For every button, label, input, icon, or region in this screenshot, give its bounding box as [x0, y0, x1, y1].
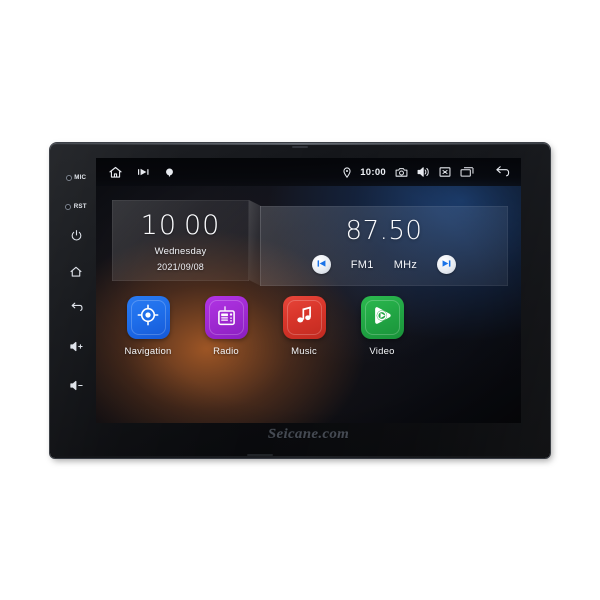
screenshot-stage: MIC RST 10:00 10 00 Wednesday 2021/09/08…: [0, 0, 600, 600]
brand-text: Seicane.com: [267, 426, 350, 442]
video-play-icon: [371, 304, 394, 332]
hardware-button-reset[interactable]: RST: [56, 192, 96, 221]
back-arrow-icon: [69, 301, 84, 314]
skip-previous-icon: [316, 256, 327, 274]
music-note-icon: [293, 304, 315, 331]
radio-frequency: 87.50: [345, 216, 423, 246]
camera-icon[interactable]: [395, 167, 408, 178]
car-head-unit-device: MIC RST 10:00 10 00 Wednesday 2021/09/08…: [50, 143, 550, 458]
skip-next-icon: [441, 256, 452, 274]
device-bottom-edge-highlight: [55, 456, 545, 458]
hardware-button-volume-up[interactable]: [56, 332, 96, 361]
radio-controls: FM1 MHz: [311, 255, 457, 274]
reset-indicator-dot: [65, 203, 72, 210]
video-tile[interactable]: [360, 296, 404, 339]
app-radio[interactable]: Radio: [187, 296, 265, 357]
home-icon[interactable]: [108, 165, 123, 180]
radio-label: Radio: [213, 346, 239, 357]
hardware-button-volume-down[interactable]: [56, 371, 96, 400]
radio-widget[interactable]: 87.50 FM1 MHz: [260, 206, 508, 286]
app-music[interactable]: Music: [265, 296, 343, 357]
app-icon-row: Navigation Radio Music Video: [109, 296, 509, 357]
video-label: Video: [369, 346, 395, 357]
clock-date: 2021/09/08: [156, 261, 205, 272]
wallpaper: [96, 158, 521, 423]
app-navigation[interactable]: Navigation: [109, 296, 187, 357]
navigation-target-icon: [137, 304, 159, 331]
clock-time: 10 00: [141, 212, 221, 239]
music-tile[interactable]: [282, 296, 326, 339]
clock-hours: 10: [140, 209, 177, 241]
power-icon: [70, 229, 83, 242]
skip-next-button[interactable]: [437, 255, 457, 274]
record-badge-icon[interactable]: [165, 167, 174, 177]
close-box-icon[interactable]: [439, 166, 451, 178]
widget-row: 10 00 Wednesday 2021/09/08 87.50 FM1 MHz: [112, 200, 508, 286]
status-bar: 10:00: [96, 158, 521, 186]
device-bottom-notch: [247, 454, 273, 456]
brand-strip: Seicane.com: [96, 423, 521, 445]
hardware-button-power[interactable]: [56, 221, 96, 250]
clock-weekday: Wednesday: [154, 245, 207, 257]
radio-receiver-icon: [216, 305, 237, 331]
music-label: Music: [291, 346, 317, 357]
hardware-button-mic[interactable]: MIC: [56, 163, 96, 192]
reset-button-label: RST: [73, 203, 87, 210]
app-video[interactable]: Video: [343, 296, 421, 357]
skip-previous-button[interactable]: [311, 255, 331, 274]
location-pin-icon: [343, 167, 351, 178]
navigation-tile[interactable]: [126, 296, 170, 339]
speaker-icon[interactable]: [417, 166, 430, 178]
hardware-button-back[interactable]: [56, 293, 96, 322]
navigation-label: Navigation: [124, 346, 172, 357]
radio-tile[interactable]: [204, 296, 248, 339]
mic-button-label: MIC: [74, 174, 87, 181]
back-arrow-icon[interactable]: [493, 165, 511, 179]
status-bar-clock: 10:00: [360, 166, 386, 178]
radio-band: FM1: [350, 258, 374, 271]
clock-widget[interactable]: 10 00 Wednesday 2021/09/08: [112, 200, 249, 281]
volume-up-icon: [69, 340, 84, 353]
volume-down-icon: [69, 379, 84, 392]
play-badge-icon[interactable]: [138, 167, 150, 177]
device-top-notch: [292, 146, 308, 148]
radio-unit: MHz: [393, 258, 418, 271]
recent-apps-icon[interactable]: [460, 166, 474, 178]
touchscreen-display[interactable]: 10:00 10 00 Wednesday 2021/09/08 87.50 F…: [96, 158, 521, 423]
mic-indicator-dot: [65, 174, 72, 181]
clock-minutes: 00: [184, 209, 221, 241]
hardware-button-home[interactable]: [56, 257, 96, 286]
home-icon: [69, 265, 83, 279]
device-top-edge-highlight: [54, 143, 546, 145]
hardware-button-column: MIC RST: [54, 157, 98, 445]
